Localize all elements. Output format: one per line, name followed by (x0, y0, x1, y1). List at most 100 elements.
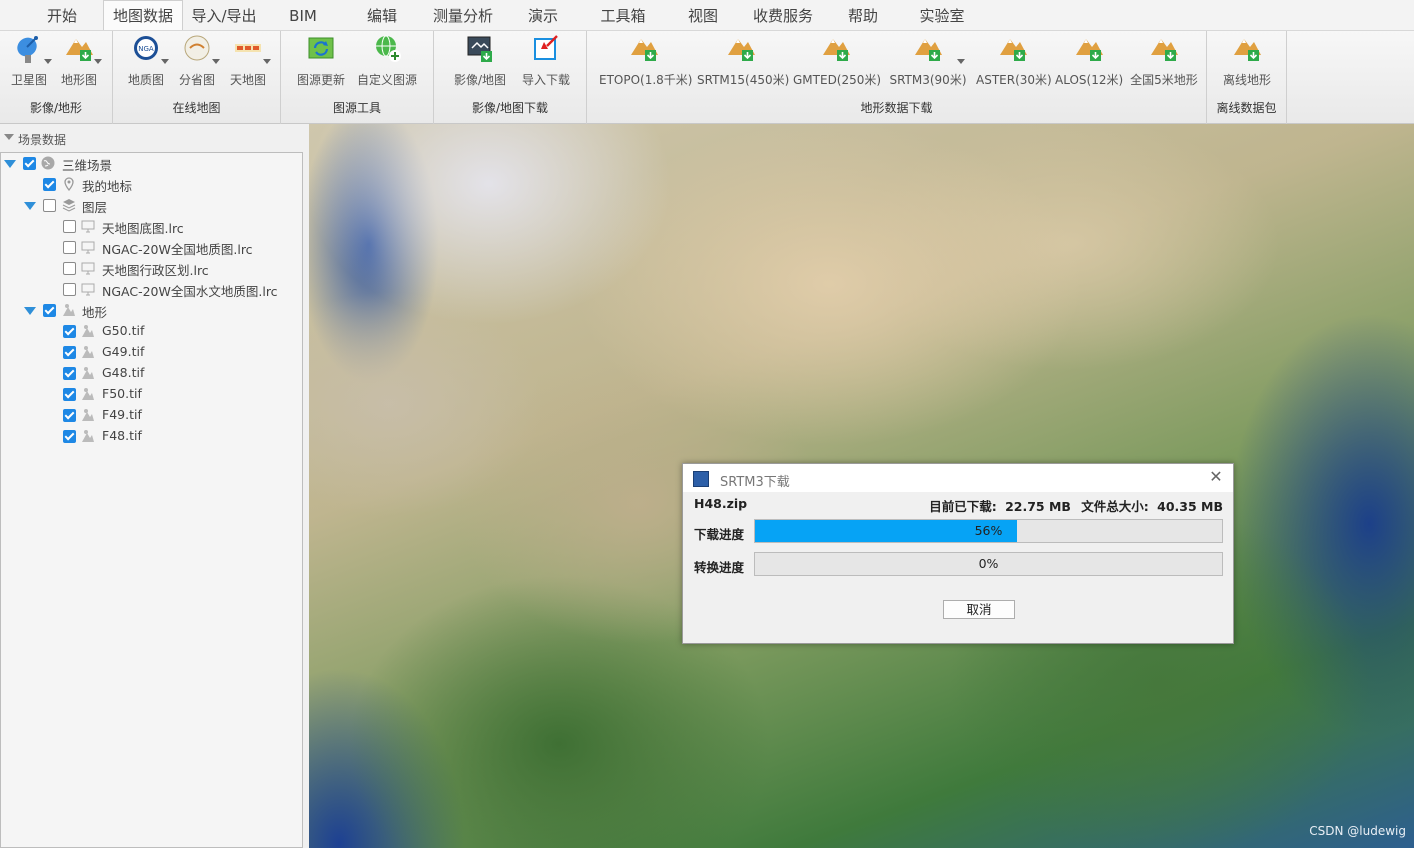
expand-arrow-icon[interactable] (24, 202, 36, 210)
custom-source-button[interactable]: 自定义图源 (357, 33, 417, 88)
panel-header[interactable]: 场景数据 (0, 128, 309, 148)
image-map-download-button[interactable]: 影像/地图 (452, 33, 508, 88)
nga-icon: NGA (131, 33, 169, 65)
tree-node-tif[interactable]: F50.tif (1, 384, 302, 405)
ribbon-group-source-tools: 图源更新 自定义图源 图源工具 (281, 31, 434, 124)
import-download-button[interactable]: 导入下载 (518, 33, 574, 88)
layers-icon (62, 198, 76, 212)
province-map-button[interactable]: 分省图 (176, 33, 220, 88)
group-label-source-tools: 图源工具 (332, 101, 381, 115)
tianditu-button[interactable]: 天地图 (227, 33, 271, 88)
tree-node-layer[interactable]: 天地图行政区划.lrc (1, 258, 302, 279)
menu-view[interactable]: 视图 (676, 0, 730, 30)
tree-node-layer[interactable]: NGAC-20W全国水文地质图.lrc (1, 279, 302, 300)
terrain-download-icon (1149, 33, 1179, 65)
tree-checkbox[interactable] (63, 241, 76, 254)
tree-node-my-landmarks[interactable]: 我的地标 (1, 174, 302, 195)
offline-terrain-button[interactable]: 离线地形 (1219, 33, 1275, 88)
globe-add-icon (372, 33, 402, 65)
terrain-icon (62, 303, 76, 317)
national-5m-terrain-button[interactable]: 全国5米地形 (1128, 33, 1200, 88)
group-label-imagery-terrain: 影像/地形 (29, 101, 83, 115)
download-progress-text: 56% (974, 523, 1003, 538)
scene-data-panel: 场景数据 三维场景 我的地标 图层 天地图底图.lrc NGAC-20W全国地质… (0, 124, 309, 848)
monitor-icon (81, 282, 95, 296)
globe-icon (41, 156, 55, 170)
cancel-button[interactable]: 取消 (943, 600, 1015, 619)
ribbon-group-offline-package: 离线地形 离线数据包 (1207, 31, 1287, 124)
image-download-icon (465, 33, 495, 65)
tree-checkbox[interactable] (63, 367, 76, 380)
tree-node-tif[interactable]: G50.tif (1, 321, 302, 342)
menu-lab[interactable]: 实验室 (910, 0, 974, 30)
terrain-download-icon (1074, 33, 1104, 65)
group-label-online-maps: 在线地图 (172, 101, 221, 115)
download-dialog: SRTM3下载 ✕ H48.zip 目前已下载: 22.75 MB 文件总大小:… (682, 463, 1234, 644)
tree-node-tif[interactable]: G49.tif (1, 342, 302, 363)
tree-checkbox[interactable] (63, 262, 76, 275)
tree-checkbox[interactable] (63, 409, 76, 422)
terrain-icon (81, 324, 95, 338)
tree-checkbox[interactable] (63, 220, 76, 233)
menu-start[interactable]: 开始 (30, 0, 94, 30)
tree-node-layers[interactable]: 图层 (1, 195, 302, 216)
menu-help[interactable]: 帮助 (836, 0, 890, 30)
expand-arrow-icon[interactable] (24, 307, 36, 315)
tree-checkbox[interactable] (43, 304, 56, 317)
monitor-icon (81, 240, 95, 254)
menu-paid-services[interactable]: 收费服务 (745, 0, 821, 30)
alos-button[interactable]: ALOS(12米) (1055, 33, 1123, 88)
satellite-dish-icon (14, 33, 52, 65)
scene-tree: 三维场景 我的地标 图层 天地图底图.lrc NGAC-20W全国地质图.lrc… (0, 152, 303, 848)
dialog-titlebar[interactable]: SRTM3下载 ✕ (683, 464, 1233, 492)
group-label-offline-package: 离线数据包 (1216, 101, 1277, 115)
downloaded-value: 22.75 MB (1005, 499, 1071, 514)
tree-checkbox[interactable] (63, 346, 76, 359)
tree-node-tif[interactable]: F48.tif (1, 426, 302, 447)
monitor-icon (81, 219, 95, 233)
import-download-icon (531, 33, 561, 65)
tree-checkbox[interactable] (63, 430, 76, 443)
tree-node-layer[interactable]: NGAC-20W全国地质图.lrc (1, 237, 302, 258)
menu-toolbox[interactable]: 工具箱 (588, 0, 658, 30)
menu-import-export[interactable]: 导入/导出 (186, 0, 262, 30)
close-icon[interactable]: ✕ (1209, 469, 1223, 485)
group-label-terrain-download: 地形数据下载 (860, 101, 933, 115)
menu-map-data[interactable]: 地图数据 (103, 0, 183, 30)
tree-checkbox[interactable] (63, 283, 76, 296)
ribbon-group-imagery-terrain: 卫星图 地形图 影像/地形 (0, 31, 113, 124)
geology-map-button[interactable]: NGA 地质图 (125, 33, 169, 88)
tree-checkbox[interactable] (63, 388, 76, 401)
expand-arrow-icon[interactable] (4, 160, 16, 168)
ribbon-group-online-maps: NGA 地质图 分省图 天地图 在线地图 (113, 31, 281, 124)
tree-node-tif[interactable]: F49.tif (1, 405, 302, 426)
tree-checkbox[interactable] (63, 325, 76, 338)
satellite-button[interactable]: 卫星图 (8, 33, 52, 88)
source-update-button[interactable]: 图源更新 (295, 33, 347, 88)
tree-checkbox[interactable] (23, 157, 36, 170)
menu-measure[interactable]: 测量分析 (425, 0, 501, 30)
collapse-arrow-icon[interactable] (4, 134, 14, 140)
terrain-map-button[interactable]: 地形图 (58, 33, 102, 88)
etopo-button[interactable]: ETOPO(1.8千米) (599, 33, 693, 88)
monitor-icon (81, 261, 95, 275)
menu-bim[interactable]: BIM (276, 0, 330, 30)
aster-button[interactable]: ASTER(30米) (976, 33, 1052, 88)
tree-checkbox[interactable] (43, 199, 56, 212)
terrain-download-icon (726, 33, 756, 65)
srtm3-button[interactable]: SRTM3(90米) (888, 33, 968, 88)
tree-node-3d-scene[interactable]: 三维场景 (1, 153, 302, 174)
tree-node-layer[interactable]: 天地图底图.lrc (1, 216, 302, 237)
menu-demo[interactable]: 演示 (516, 0, 570, 30)
app-icon (693, 471, 709, 487)
gmted-button[interactable]: GMTED(250米) (793, 33, 881, 88)
menu-edit[interactable]: 编辑 (355, 0, 409, 30)
tree-checkbox[interactable] (43, 178, 56, 191)
tree-node-tif[interactable]: G48.tif (1, 363, 302, 384)
convert-progress-text: 0% (978, 556, 999, 571)
total-value: 40.35 MB (1157, 499, 1223, 514)
terrain-icon (81, 387, 95, 401)
tree-node-terrain[interactable]: 地形 (1, 300, 302, 321)
srtm15-button[interactable]: SRTM15(450米) (697, 33, 789, 88)
downloaded-label: 目前已下载: (929, 499, 997, 514)
